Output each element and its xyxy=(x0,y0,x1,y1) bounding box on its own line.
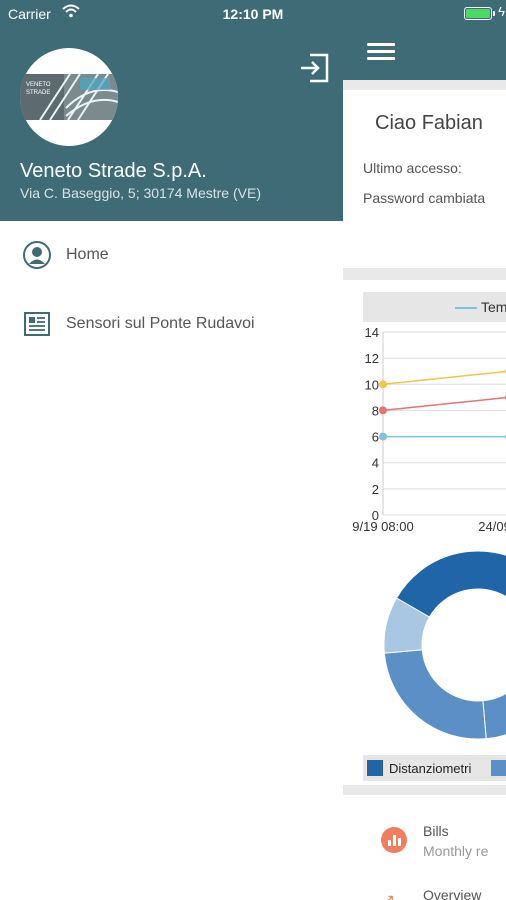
x-tick-label: 9/19 08:00 xyxy=(352,519,413,534)
menu-item-label: Home xyxy=(66,246,109,263)
donut-legend-swatch xyxy=(367,760,383,776)
status-bar: Carrier 12:10 PM ϟ xyxy=(0,0,506,28)
greeting-text: Ciao Fabian xyxy=(375,112,483,134)
charging-bolt-icon: ϟ xyxy=(498,4,505,19)
company-address: Via C. Baseggio, 5; 30174 Mestre (VE) xyxy=(20,185,261,201)
charts-svg: 024681012149/19 08:0024/09/19 0Distanzio… xyxy=(352,325,506,781)
y-tick-label: 12 xyxy=(365,351,379,366)
donut-slice xyxy=(383,649,487,740)
y-tick-label: 8 xyxy=(372,403,379,418)
logo-text-line2: STRADE xyxy=(26,90,50,96)
menu-item-home[interactable]: Home xyxy=(0,225,343,285)
newspaper-icon xyxy=(22,309,52,339)
drawer-header: VENETO STRADE Veneto Strade S.p.A. Via C… xyxy=(0,0,343,221)
x-tick-label: 24/09/19 0 xyxy=(478,519,506,534)
company-logo: VENETO STRADE xyxy=(20,48,118,146)
user-circle-icon xyxy=(22,240,52,270)
company-name: Veneto Strade S.p.A. xyxy=(20,160,207,182)
main-screen: Ciao Fabian Ultimo accesso: Password cam… xyxy=(343,0,506,900)
y-tick-label: 14 xyxy=(365,325,379,340)
data-point xyxy=(379,432,387,441)
donut-legend-swatch xyxy=(491,760,506,776)
bills-subtitle: Monthly re xyxy=(423,843,489,859)
chart-card: Tem 024681012149/19 08:0024/09/19 0Dista… xyxy=(343,280,506,785)
bills-card[interactable]: Bills Monthly re ↗ Overview xyxy=(343,795,506,900)
battery-icon xyxy=(464,7,492,20)
bar-chart-icon xyxy=(381,827,407,853)
bills-title: Bills xyxy=(423,823,449,839)
donut-slice xyxy=(482,692,506,740)
data-point xyxy=(379,406,387,415)
overview-title: Overview xyxy=(423,887,482,900)
menu-item-sensors[interactable]: Sensori sul Ponte Rudavoi xyxy=(0,294,343,354)
series-line xyxy=(382,396,506,412)
side-drawer: VENETO STRADE Veneto Strade S.p.A. Via C… xyxy=(0,0,343,900)
y-tick-label: 4 xyxy=(372,456,379,471)
logo-text-line1: VENETO xyxy=(26,82,51,88)
data-point xyxy=(379,380,387,389)
donut-legend-label: Distanziometri xyxy=(389,761,471,776)
y-tick-label: 2 xyxy=(372,482,379,497)
y-tick-label: 6 xyxy=(372,430,379,445)
series-line xyxy=(382,370,506,386)
hamburger-menu-icon[interactable] xyxy=(367,43,395,61)
donut-slice xyxy=(395,550,506,618)
greeting-card: Ciao Fabian Ultimo accesso: Password cam… xyxy=(343,90,506,268)
trend-icon: ↗ xyxy=(383,891,395,900)
y-tick-label: 10 xyxy=(365,377,379,392)
menu-item-label: Sensori sul Ponte Rudavoi xyxy=(66,315,255,332)
logout-icon[interactable] xyxy=(298,52,330,84)
status-time: 12:10 PM xyxy=(222,6,284,22)
battery-cap xyxy=(493,11,495,16)
password-changed-label: Password cambiata xyxy=(363,190,486,206)
last-access-label: Ultimo accesso: xyxy=(363,160,462,176)
